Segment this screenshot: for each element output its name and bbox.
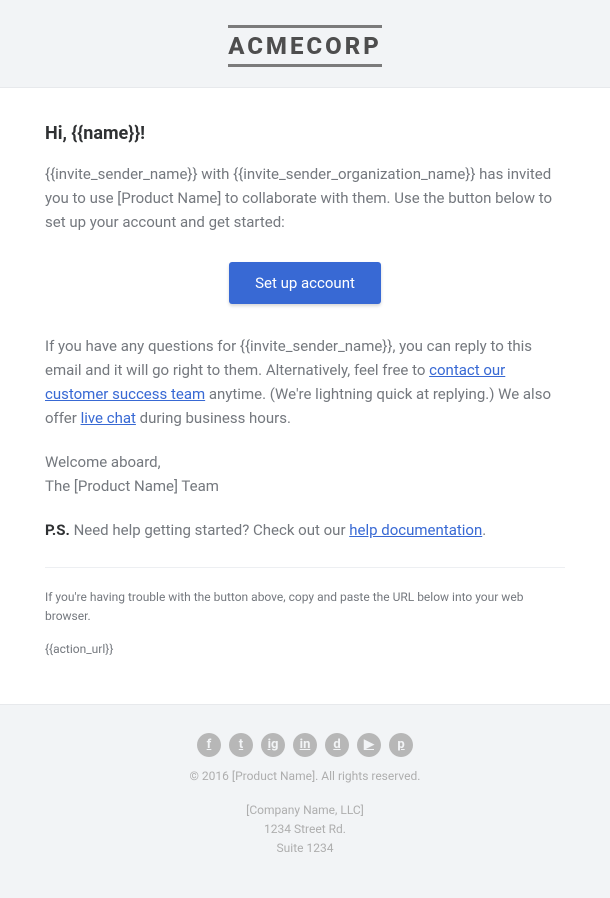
address-line-2: 1234 Street Rd. <box>45 820 565 839</box>
twitter-icon[interactable]: t <box>229 733 253 757</box>
address-line-1: [Company Name, LLC] <box>45 801 565 820</box>
instagram-icon[interactable]: ig <box>261 733 285 757</box>
greeting-heading: Hi, {{name}}! <box>45 123 565 144</box>
cta-row: Set up account <box>45 262 565 304</box>
subcopy-section: If you're having trouble with the button… <box>45 567 565 660</box>
pinterest-icon[interactable]: p <box>389 733 413 757</box>
facebook-icon[interactable]: f <box>197 733 221 757</box>
company-address: [Company Name, LLC] 1234 Street Rd. Suit… <box>45 801 565 859</box>
linkedin-icon[interactable]: in <box>293 733 317 757</box>
ps-label: P.S. <box>45 521 70 539</box>
signoff-line-2: The [Product Name] Team <box>45 474 565 498</box>
intro-paragraph: {{invite_sender_name}} with {{invite_sen… <box>45 162 565 234</box>
social-icons-row: ftigind ▶ p <box>45 733 565 757</box>
email-header: ACMECORP <box>0 0 610 87</box>
help-text-3: during business hours. <box>136 409 291 427</box>
company-logo: ACMECORP <box>228 25 382 67</box>
help-paragraph: If you have any questions for {{invite_s… <box>45 334 565 430</box>
action-url: {{action_url}} <box>45 640 565 659</box>
help-docs-link[interactable]: help documentation <box>349 521 482 539</box>
live-chat-link[interactable]: live chat <box>81 409 136 427</box>
ps-tail: . <box>482 521 486 539</box>
youtube-icon[interactable]: ▶ <box>357 733 381 757</box>
email-footer: ftigind ▶ p © 2016 [Product Name]. All rig… <box>0 705 610 898</box>
dribbble-icon[interactable]: d <box>325 733 349 757</box>
signoff-line-1: Welcome aboard, <box>45 450 565 474</box>
sign-off: Welcome aboard, The [Product Name] Team <box>45 450 565 498</box>
ps-paragraph: P.S. Need help getting started? Check ou… <box>45 518 565 542</box>
subcopy-text: If you're having trouble with the button… <box>45 588 565 626</box>
copyright-text: © 2016 [Product Name]. All rights reserv… <box>45 769 565 783</box>
email-body: Hi, {{name}}! {{invite_sender_name}} wit… <box>0 87 610 705</box>
address-line-3: Suite 1234 <box>45 839 565 858</box>
ps-text: Need help getting started? Check out our <box>70 521 349 539</box>
setup-account-button[interactable]: Set up account <box>229 262 381 304</box>
